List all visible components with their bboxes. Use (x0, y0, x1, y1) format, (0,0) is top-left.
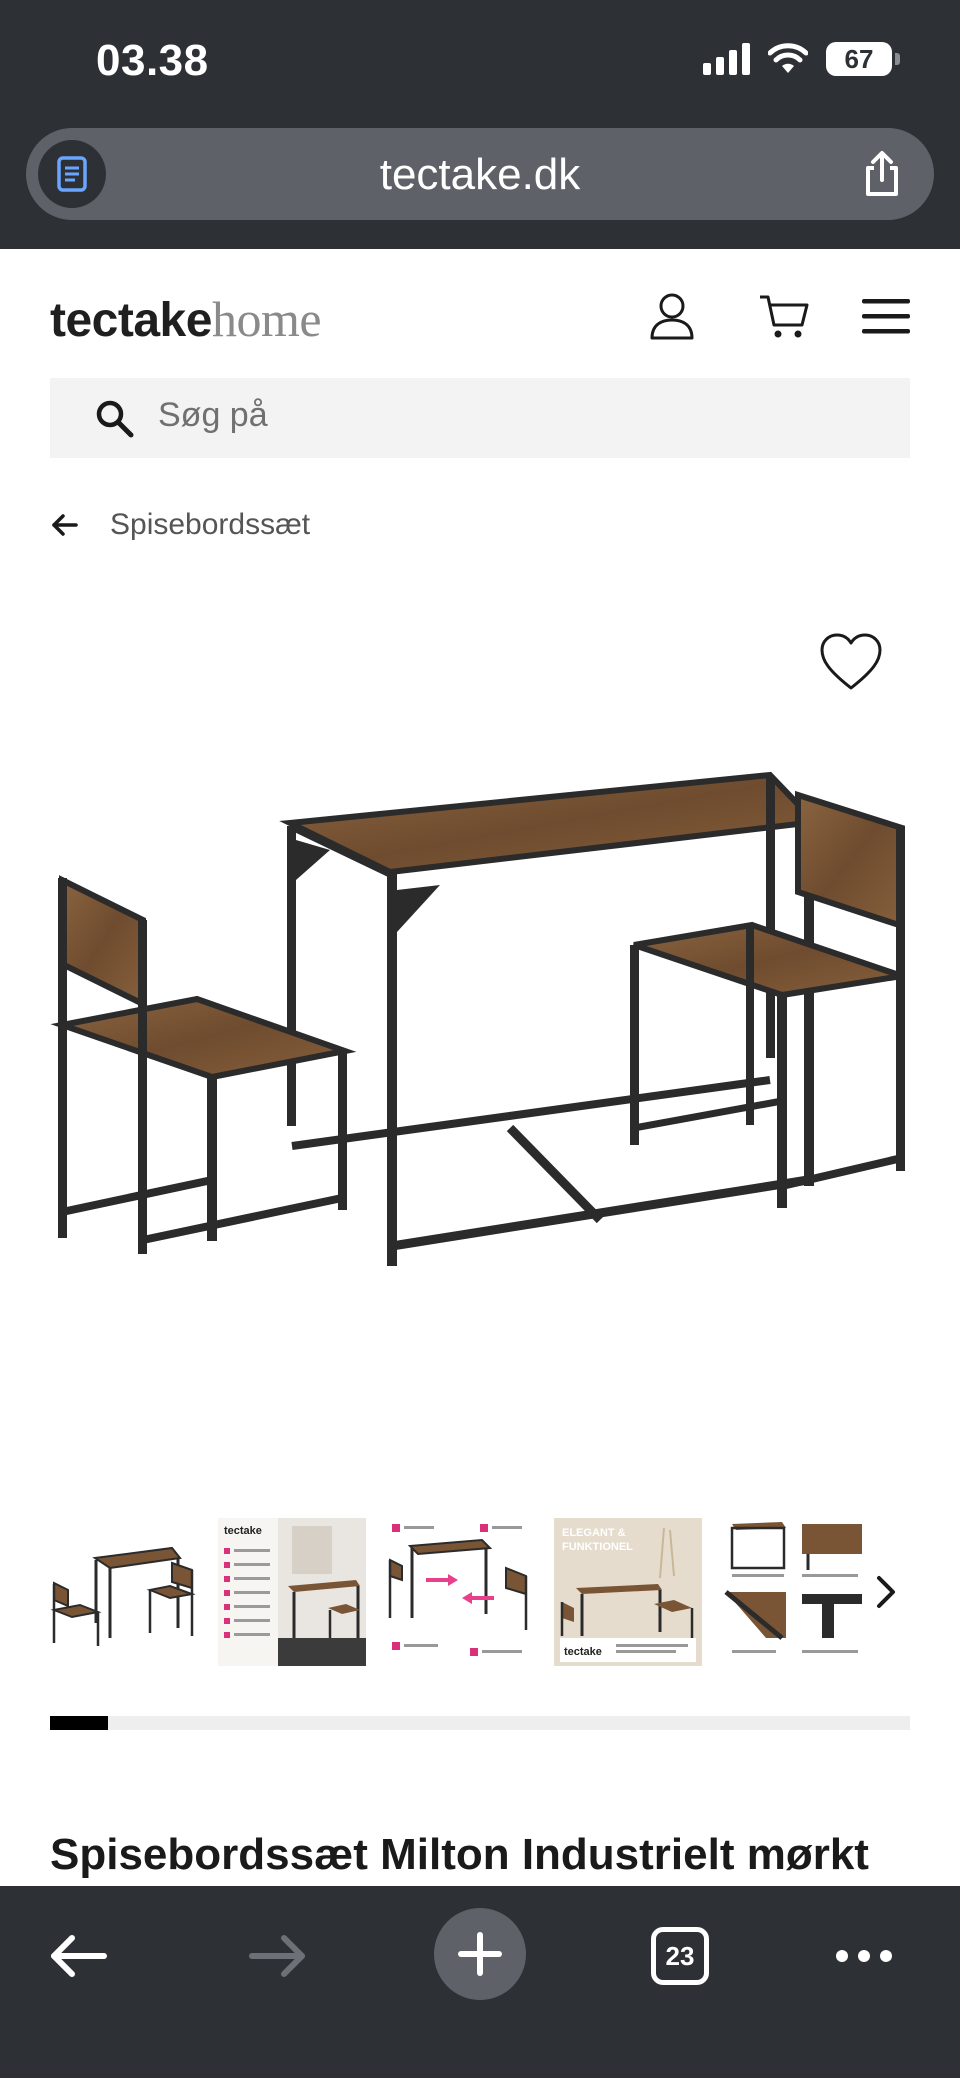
battery-level: 67 (826, 42, 892, 76)
heart-icon[interactable] (818, 632, 884, 692)
logo-text-bold: tectake (50, 294, 212, 347)
share-icon[interactable] (856, 148, 908, 200)
url-bar[interactable]: tectake.dk (26, 128, 934, 220)
thumbnail-4[interactable]: ELEGANT & FUNKTIONEL tectake (554, 1518, 702, 1666)
chevron-right-icon[interactable] (862, 1518, 910, 1666)
thumbnail-3[interactable] (386, 1518, 534, 1666)
product-image[interactable] (40, 750, 920, 1350)
thumbnail-5[interactable] (722, 1518, 870, 1666)
thumbnail-funktionel-text: FUNKTIONEL (562, 1541, 633, 1553)
search-placeholder: Søg på (158, 396, 268, 434)
wifi-icon (768, 43, 808, 73)
more-options-icon[interactable] (824, 1916, 904, 1996)
thumbnail-brand-text-2: tectake (564, 1646, 602, 1658)
url-text[interactable]: tectake.dk (26, 150, 934, 200)
search-icon (96, 400, 134, 438)
search-input[interactable]: Søg på (50, 378, 910, 458)
menu-icon[interactable] (858, 288, 914, 344)
status-time: 03.38 (96, 36, 209, 85)
browser-top-chrome: 03.38 67 tectake.dk (0, 0, 960, 249)
logo-text-light: home (211, 291, 322, 347)
gallery-progress (50, 1716, 910, 1730)
breadcrumb-label[interactable]: Spisebordssæt (110, 508, 310, 542)
arrow-left-icon[interactable] (50, 511, 78, 539)
user-icon[interactable] (644, 288, 700, 344)
cart-icon[interactable] (756, 288, 812, 344)
thumbnail-brand-text: tectake (224, 1525, 262, 1537)
battery-icon: 67 (826, 42, 900, 76)
thumbnail-2[interactable]: tectake (218, 1518, 366, 1666)
table-illustration (279, 771, 822, 1266)
tabs-button[interactable]: 23 (640, 1916, 720, 1996)
forward-arrow-icon[interactable] (238, 1916, 318, 1996)
thumbnail-elegant-text: ELEGANT & (562, 1527, 626, 1539)
chair-left-illustration (50, 875, 357, 1254)
thumbnail-1[interactable] (50, 1518, 198, 1666)
browser-bottom-toolbar: 23 (0, 1886, 960, 2078)
product-title: Spisebordssæt Milton Industrielt mørkt (50, 1830, 869, 1879)
signal-icon (703, 43, 750, 75)
breadcrumb[interactable]: Spisebordssæt (50, 508, 310, 542)
new-tab-plus-icon[interactable] (434, 1908, 526, 2000)
gallery-progress-fill (50, 1716, 108, 1730)
back-arrow-icon[interactable] (38, 1916, 118, 1996)
site-logo[interactable]: tectakehome (50, 290, 322, 348)
tabs-count: 23 (651, 1927, 709, 1985)
status-icons: 67 (703, 42, 900, 76)
thumbnail-strip: tectake ELEGANT & FUNKTIONEL tectake (50, 1518, 910, 1666)
